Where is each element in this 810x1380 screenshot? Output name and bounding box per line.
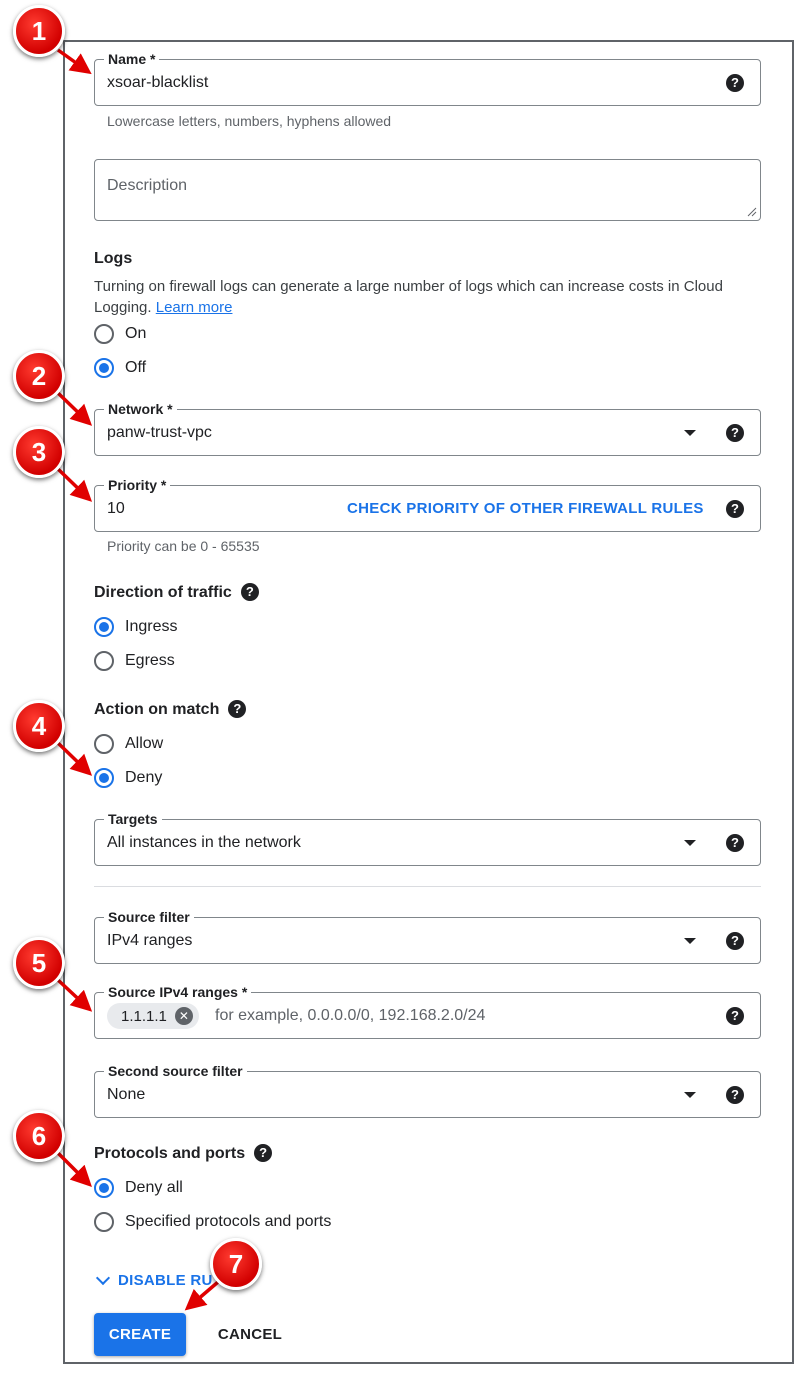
source-filter-label: Source filter (104, 908, 194, 926)
help-icon[interactable]: ? (726, 500, 744, 518)
source-ranges-field[interactable]: Source IPv4 ranges * 1.1.1.1 ✕ for examp… (94, 983, 761, 1039)
radio-label: Deny all (125, 1179, 183, 1196)
radio-allow[interactable]: Allow (94, 733, 163, 755)
description-field[interactable]: Description (94, 159, 761, 221)
radio-label: Specified protocols and ports (125, 1213, 332, 1230)
radio-ingress[interactable]: Ingress (94, 616, 177, 638)
logs-heading: Logs (94, 250, 133, 267)
priority-label: Priority * (104, 476, 171, 494)
callout-badge-7: 7 (210, 1238, 262, 1290)
section-divider (94, 886, 761, 887)
help-icon[interactable]: ? (228, 699, 247, 718)
radio-label: Ingress (125, 618, 178, 635)
dropdown-arrow-icon[interactable] (684, 1092, 696, 1098)
logs-description: Turning on firewall logs can generate a … (94, 276, 764, 318)
radio-egress[interactable]: Egress (94, 650, 175, 672)
disable-rule-link[interactable]: DISABLE RU (94, 1270, 213, 1289)
callout-badge-1: 1 (13, 5, 65, 57)
radio-label: On (125, 325, 147, 342)
radio-circle[interactable] (94, 324, 114, 344)
chip-remove-icon[interactable]: ✕ (174, 1007, 193, 1025)
radio-label: Egress (125, 652, 175, 669)
action-heading-text: Action on match (94, 701, 220, 718)
radio-circle[interactable] (94, 617, 114, 637)
network-select[interactable]: Network * panw-trust-vpc ? (94, 400, 761, 456)
network-value: panw-trust-vpc (107, 424, 212, 441)
radio-circle[interactable] (94, 651, 114, 671)
radio-circle[interactable] (94, 768, 114, 788)
callout-badge-2: 2 (13, 350, 65, 402)
cancel-button[interactable]: CANCEL (204, 1313, 296, 1356)
help-icon[interactable]: ? (240, 582, 259, 601)
targets-select[interactable]: Targets All instances in the network ? (94, 810, 761, 866)
chevron-down-icon (95, 1270, 111, 1286)
direction-heading: Direction of traffic? (94, 582, 259, 603)
name-hint: Lowercase letters, numbers, hyphens allo… (107, 113, 392, 129)
help-icon[interactable]: ? (726, 1007, 744, 1025)
action-heading: Action on match? (94, 699, 247, 720)
check-priority-link[interactable]: CHECK PRIORITY OF OTHER FIREWALL RULES (347, 500, 704, 517)
description-placeholder: Description (107, 177, 188, 194)
protocols-heading: Protocols and ports? (94, 1143, 273, 1164)
targets-value: All instances in the network (107, 834, 301, 851)
help-icon[interactable]: ? (726, 74, 744, 92)
source-ranges-label: Source IPv4 ranges * (104, 983, 252, 1001)
dropdown-arrow-icon[interactable] (684, 938, 696, 944)
callout-badge-5: 5 (13, 937, 65, 989)
second-source-filter-label: Second source filter (104, 1062, 247, 1080)
protocols-heading-text: Protocols and ports (94, 1145, 246, 1162)
name-value: xsoar-blacklist (107, 74, 209, 91)
dropdown-arrow-icon[interactable] (684, 840, 696, 846)
radio-circle[interactable] (94, 734, 114, 754)
name-label: Name * (104, 50, 160, 68)
help-icon[interactable]: ? (254, 1143, 273, 1162)
priority-hint: Priority can be 0 - 65535 (107, 538, 260, 554)
radio-circle[interactable] (94, 1212, 114, 1232)
disable-rule-text: DISABLE RU (118, 1272, 213, 1289)
callout-badge-3: 3 (13, 426, 65, 478)
network-label: Network * (104, 400, 177, 418)
radio-deny[interactable]: Deny (94, 767, 162, 789)
radio-logs-off[interactable]: Off (94, 357, 146, 379)
chip-text: 1.1.1.1 (121, 1007, 167, 1025)
create-button[interactable]: CREATE (94, 1313, 186, 1356)
source-filter-value: IPv4 ranges (107, 932, 193, 949)
radio-label: Allow (125, 735, 164, 752)
direction-heading-text: Direction of traffic (94, 584, 232, 601)
second-source-filter-select[interactable]: Second source filter None ? (94, 1062, 761, 1118)
radio-logs-on[interactable]: On (94, 323, 146, 345)
source-ranges-placeholder: for example, 0.0.0.0/0, 192.168.2.0/24 (215, 1007, 486, 1024)
callout-badge-4: 4 (13, 700, 65, 752)
second-source-filter-value: None (107, 1086, 146, 1103)
callout-badge-6: 6 (13, 1110, 65, 1162)
help-icon[interactable]: ? (726, 1086, 744, 1104)
radio-deny-all[interactable]: Deny all (94, 1177, 183, 1199)
help-icon[interactable]: ? (726, 834, 744, 852)
radio-circle[interactable] (94, 358, 114, 378)
radio-circle[interactable] (94, 1178, 114, 1198)
priority-field[interactable]: Priority * 10 CHECK PRIORITY OF OTHER FI… (94, 476, 761, 532)
radio-specified-protocols[interactable]: Specified protocols and ports (94, 1211, 331, 1233)
learn-more-link[interactable]: Learn more (156, 299, 233, 316)
dropdown-arrow-icon[interactable] (684, 430, 696, 436)
targets-label: Targets (104, 810, 162, 828)
help-icon[interactable]: ? (726, 932, 744, 950)
ip-chip: 1.1.1.1 ✕ (107, 1003, 199, 1029)
radio-label: Off (125, 359, 147, 376)
priority-value: 10 (107, 500, 125, 517)
source-filter-select[interactable]: Source filter IPv4 ranges ? (94, 908, 761, 964)
name-field[interactable]: Name * xsoar-blacklist ? (94, 50, 761, 106)
radio-label: Deny (125, 769, 163, 786)
help-icon[interactable]: ? (726, 424, 744, 442)
resize-handle-icon[interactable] (747, 207, 757, 217)
